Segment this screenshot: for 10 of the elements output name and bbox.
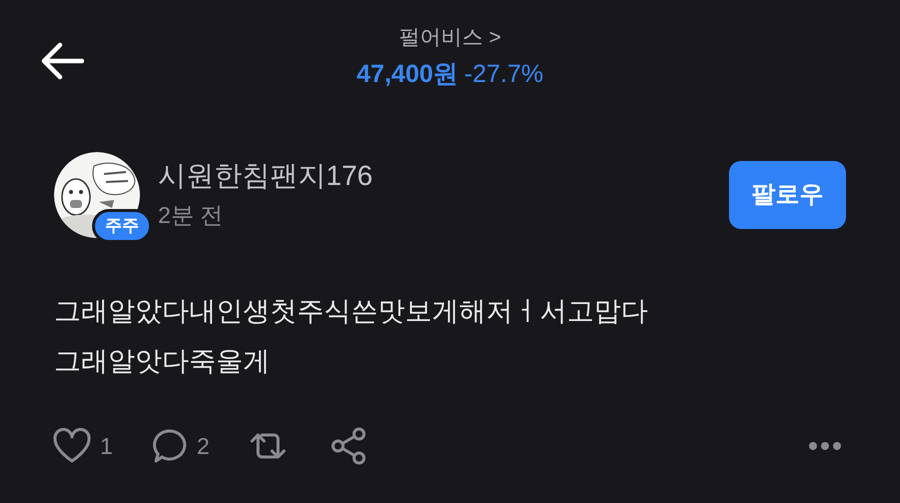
stock-name-link[interactable]: 펄어비스 > [398,22,502,54]
post-time: 2분 전 [158,200,224,230]
shareholder-badge: 주주 [92,209,152,242]
author-name[interactable]: 시원한침팬지176 [158,158,729,194]
follow-button[interactable]: 팔로우 [729,161,846,229]
price-change: -27.7% [464,58,544,90]
post-text: 그래알았다내인생첫주식쓴맛보게해저ㅓ서고맙다 그래알앗다죽울게 [53,295,649,378]
stock-price: 47,400원 [356,58,458,90]
comment-button[interactable]: 2 [150,427,210,465]
like-button[interactable]: 1 [52,428,113,464]
